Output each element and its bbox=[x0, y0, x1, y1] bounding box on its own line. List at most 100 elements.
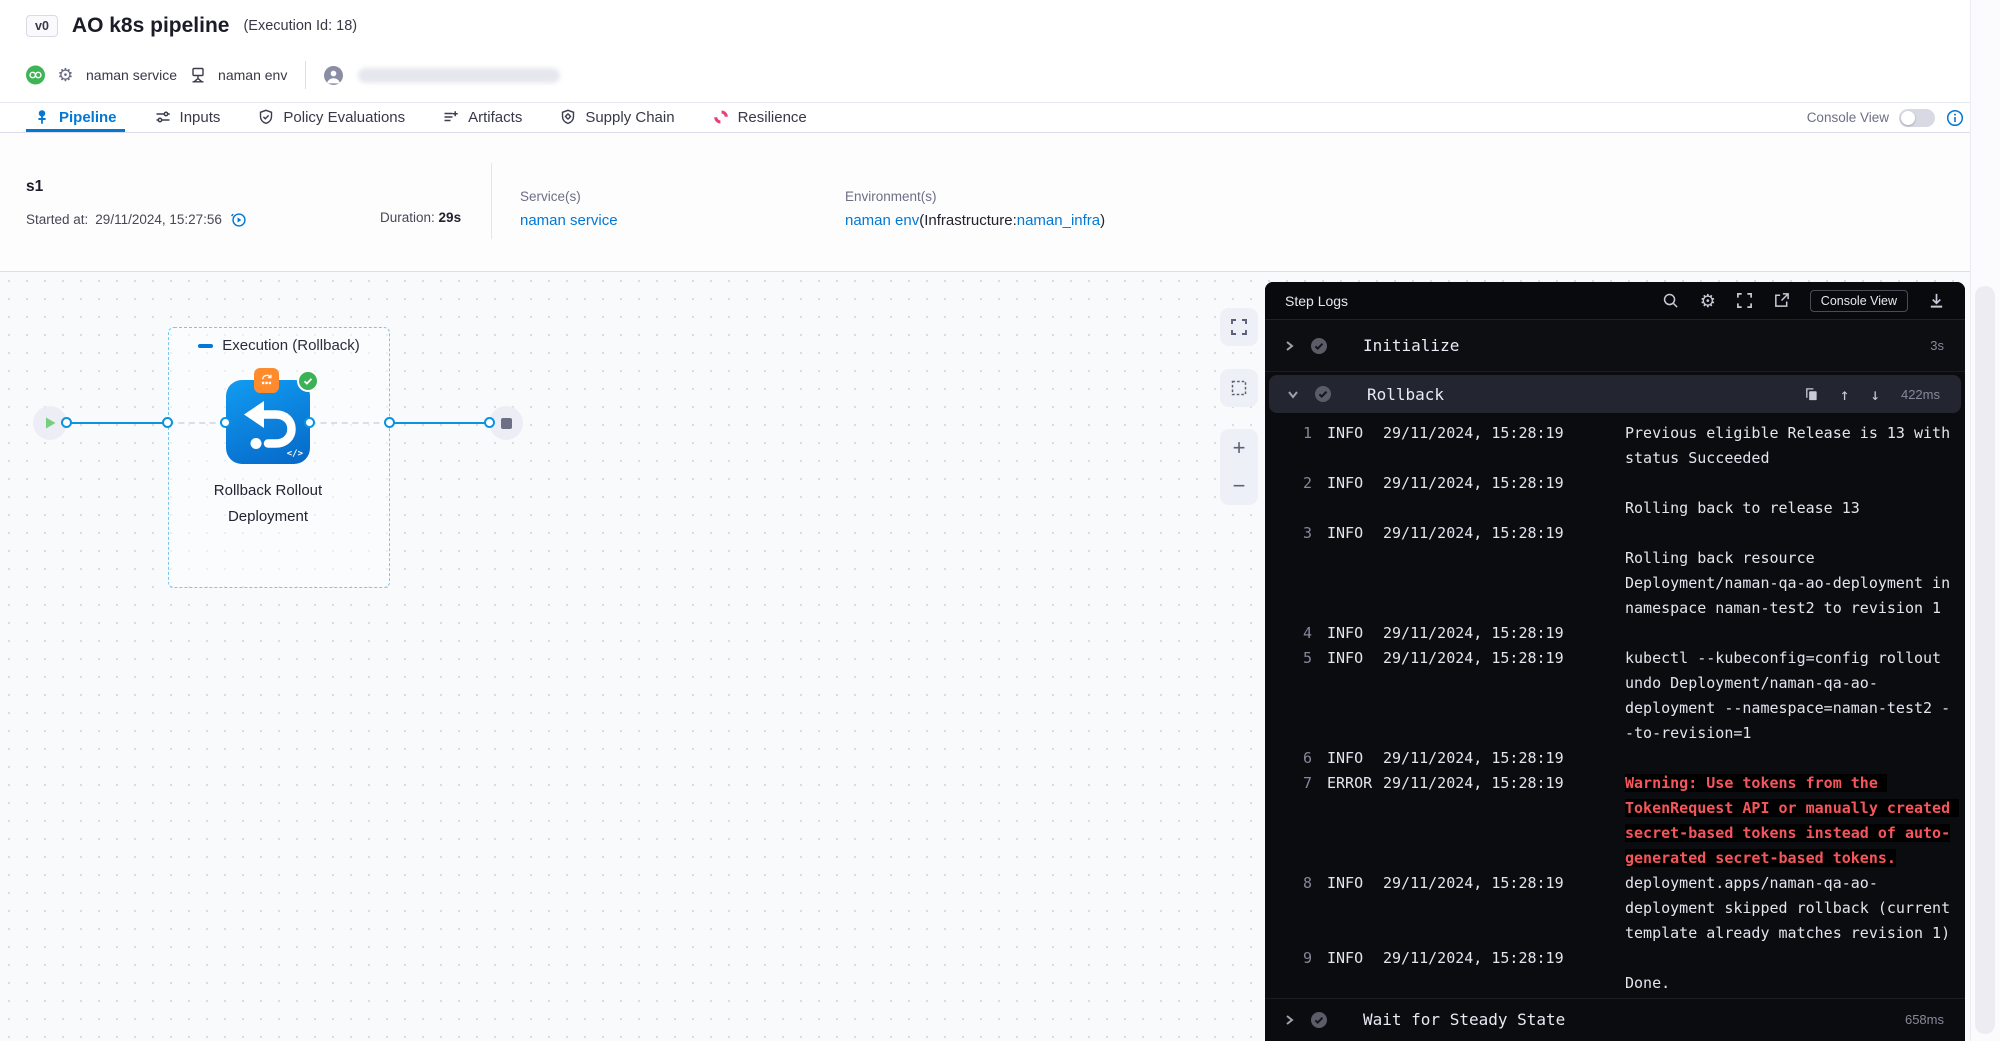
tab-policy-evaluations[interactable]: Policy Evaluations bbox=[250, 103, 413, 132]
play-icon bbox=[43, 416, 57, 430]
step-success-icon bbox=[1310, 1011, 1328, 1029]
stage-started: Started at: 29/11/2024, 15:27:56 bbox=[26, 210, 248, 229]
copy-logs-icon[interactable] bbox=[1804, 387, 1819, 402]
rollback-step-tools: ↑ ↓ 422ms bbox=[1804, 385, 1940, 404]
canvas-selection-button[interactable] bbox=[1220, 369, 1258, 407]
log-level: INFO bbox=[1327, 521, 1368, 546]
log-settings-icon[interactable]: ⚙ bbox=[1699, 292, 1717, 310]
panel-console-view-button[interactable]: Console View bbox=[1810, 290, 1908, 312]
main-content: Execution (Rollback) </> bbox=[0, 272, 2000, 1041]
step-name: Rollback bbox=[1367, 385, 1444, 404]
log-level: INFO bbox=[1327, 871, 1368, 896]
step-node-label[interactable]: Rollback Rollout Deployment bbox=[196, 478, 340, 530]
step-duration: 422ms bbox=[1901, 387, 1940, 402]
log-fullscreen-icon[interactable] bbox=[1736, 292, 1754, 310]
log-entry: 2INFO29/11/2024, 15:28:19 Rolling back t… bbox=[1265, 471, 1965, 521]
toggle-knob bbox=[1901, 111, 1915, 125]
scrollbar-thumb[interactable] bbox=[1975, 286, 1995, 1034]
version-badge: v0 bbox=[26, 15, 58, 37]
log-line-number: 7 bbox=[1295, 771, 1312, 796]
supply-chain-icon bbox=[560, 109, 577, 126]
open-in-new-tab-icon[interactable] bbox=[1773, 292, 1791, 310]
tab-supply-chain-label: Supply Chain bbox=[585, 109, 674, 126]
group-label: Execution (Rollback) bbox=[222, 337, 360, 354]
page-scrollbar[interactable] bbox=[1970, 0, 2000, 1041]
collapse-group-button[interactable] bbox=[198, 344, 213, 348]
connector-dot bbox=[61, 417, 72, 428]
tab-resilience[interactable]: Resilience bbox=[705, 103, 815, 132]
scroll-down-icon[interactable]: ↓ bbox=[1870, 385, 1880, 404]
log-entry: 7ERROR29/11/2024, 15:28:19Warning: Use t… bbox=[1265, 771, 1965, 871]
infrastructure-prefix: (Infrastructure: bbox=[919, 212, 1017, 229]
step-row-rollback[interactable]: Rollback ↑ ↓ 422ms bbox=[1269, 375, 1961, 413]
stage-divider bbox=[491, 163, 492, 239]
execution-history-icon[interactable] bbox=[229, 210, 248, 229]
service-link[interactable]: naman service bbox=[520, 212, 618, 229]
log-level: INFO bbox=[1327, 621, 1368, 646]
chevron-right-icon[interactable] bbox=[1283, 1014, 1295, 1026]
console-view-label: Console View bbox=[1807, 110, 1889, 125]
log-lines[interactable]: 1 INFO 29/11/2024, 15:28:19 Previous eligib… bbox=[1265, 413, 1965, 998]
tab-pipeline[interactable]: Pipeline bbox=[26, 103, 125, 132]
log-timestamp: 29/11/2024, 15:28:19 bbox=[1383, 521, 1625, 546]
header-divider bbox=[305, 61, 306, 89]
step-duration: 658ms bbox=[1905, 1012, 1944, 1027]
log-line-number: 1 bbox=[1295, 421, 1312, 446]
log-line-number: 8 bbox=[1295, 871, 1312, 896]
page-title: AO k8s pipeline bbox=[72, 14, 230, 38]
step-logs-actions: ⚙ Console View bbox=[1662, 290, 1945, 312]
download-logs-icon[interactable] bbox=[1927, 292, 1945, 310]
environments-column: Environment(s) naman env(Infrastructure:… bbox=[845, 189, 1105, 229]
tab-supply-chain[interactable]: Supply Chain bbox=[552, 103, 682, 132]
step-logs-header: Step Logs ⚙ Console View bbox=[1265, 282, 1965, 320]
step-row-wait-for-steady-state[interactable]: Wait for Steady State 658ms bbox=[1265, 998, 1965, 1040]
services-column: Service(s) naman service bbox=[520, 189, 618, 229]
stage-summary-bar: s1 Started at: 29/11/2024, 15:27:56 Dura… bbox=[0, 133, 2000, 272]
log-message: Previous eligible Release is 13 with sta… bbox=[1625, 421, 1958, 471]
console-view-toggle-area: Console View bbox=[1807, 102, 1964, 133]
top-header: v0 AO k8s pipeline (Execution Id: 18) ⚙ … bbox=[0, 0, 2000, 102]
chevron-down-icon[interactable] bbox=[1287, 388, 1299, 400]
connector-dot bbox=[484, 417, 495, 428]
canvas-fullscreen-button[interactable] bbox=[1220, 308, 1258, 346]
inputs-icon bbox=[155, 109, 172, 126]
log-message: Rolling back resource Deployment/naman-q… bbox=[1625, 521, 1958, 621]
tab-artifacts[interactable]: Artifacts bbox=[435, 103, 530, 132]
header-service-name[interactable]: naman service bbox=[86, 67, 177, 83]
artifacts-icon bbox=[443, 109, 460, 126]
step-success-icon bbox=[1314, 385, 1332, 403]
log-level: INFO bbox=[1327, 646, 1368, 671]
cd-module-icon bbox=[26, 66, 45, 85]
tab-inputs-label: Inputs bbox=[180, 109, 221, 126]
chevron-right-icon[interactable] bbox=[1283, 340, 1295, 352]
search-icon[interactable] bbox=[1662, 292, 1680, 310]
step-row-initialize[interactable]: Initialize 3s bbox=[1265, 320, 1965, 372]
step-name: Wait for Steady State bbox=[1363, 1010, 1565, 1029]
log-message: kubectl --kubeconfig=config rollout undo… bbox=[1625, 646, 1958, 746]
header-environment-name[interactable]: naman env bbox=[218, 67, 287, 83]
connector-dot bbox=[162, 417, 173, 428]
connector-dot bbox=[384, 417, 395, 428]
started-label: Started at: bbox=[26, 212, 88, 227]
info-icon[interactable] bbox=[1945, 108, 1964, 127]
log-entry: 4INFO29/11/2024, 15:28:19 bbox=[1265, 621, 1965, 646]
zoom-out-button[interactable]: − bbox=[1233, 475, 1246, 497]
step-name: Initialize bbox=[1363, 336, 1459, 355]
log-timestamp: 29/11/2024, 15:28:19 bbox=[1383, 771, 1625, 796]
log-timestamp: 29/11/2024, 15:28:19 bbox=[1383, 946, 1625, 971]
duration-label: Duration: bbox=[380, 210, 435, 225]
zoom-in-button[interactable]: + bbox=[1233, 437, 1246, 459]
stage-name[interactable]: s1 bbox=[26, 178, 43, 196]
environment-link[interactable]: naman env bbox=[845, 212, 919, 229]
service-gear-icon: ⚙ bbox=[56, 66, 75, 85]
scroll-up-icon[interactable]: ↑ bbox=[1840, 385, 1850, 404]
stop-icon bbox=[501, 418, 512, 429]
console-view-toggle[interactable] bbox=[1899, 109, 1935, 127]
infrastructure-link[interactable]: naman_infra bbox=[1017, 212, 1100, 229]
log-entry: 3INFO29/11/2024, 15:28:19 Rolling back r… bbox=[1265, 521, 1965, 621]
stage-duration: Duration: 29s bbox=[380, 210, 461, 225]
log-entry: 9INFO29/11/2024, 15:28:19 Done. bbox=[1265, 946, 1965, 996]
log-line-number: 4 bbox=[1295, 621, 1312, 646]
log-timestamp: 29/11/2024, 15:28:19 bbox=[1383, 871, 1625, 896]
tab-inputs[interactable]: Inputs bbox=[147, 103, 229, 132]
